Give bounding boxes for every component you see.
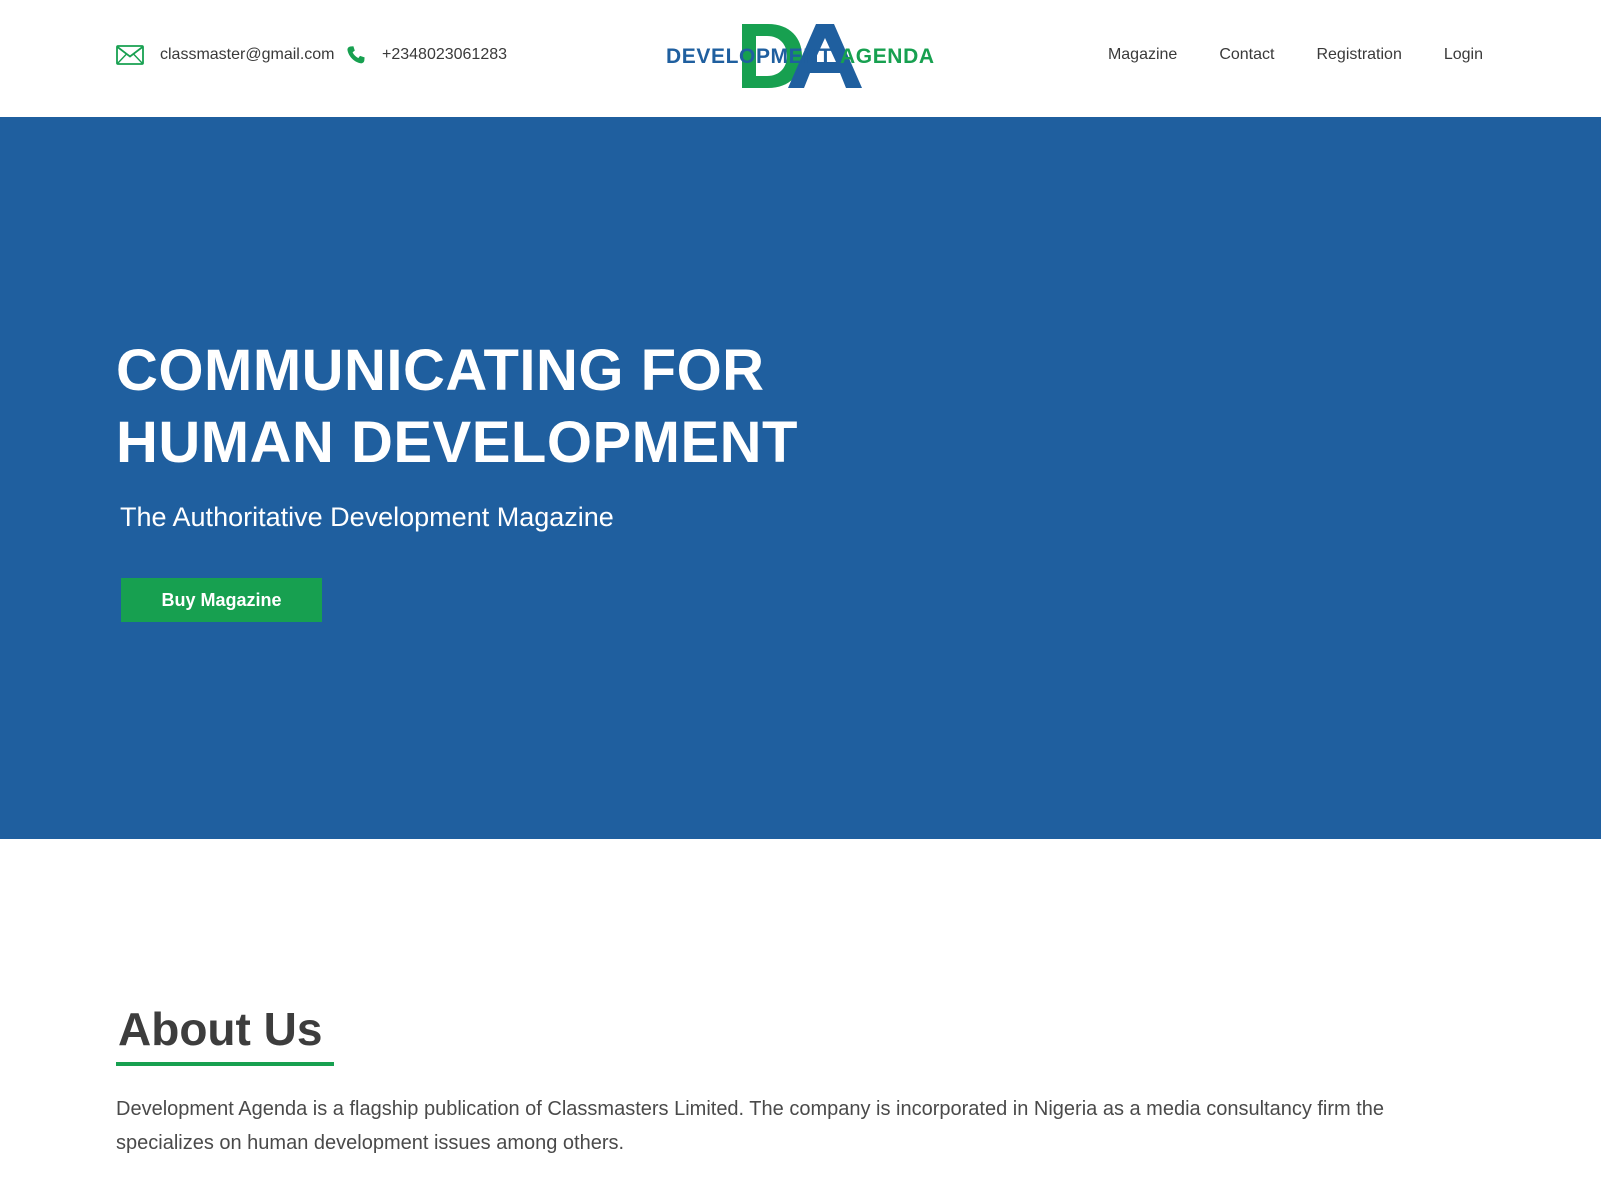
contact-email[interactable]: classmaster@gmail.com (116, 42, 335, 68)
nav-contact[interactable]: Contact (1219, 46, 1274, 64)
main-nav: Magazine Contact Registration Login (1108, 42, 1483, 68)
svg-text:DEVELOPMENT: DEVELOPMENT (666, 45, 832, 68)
hero-title: COMMUNICATING FOR HUMAN DEVELOPMENT (116, 335, 876, 479)
svg-text:AGENDA: AGENDA (840, 45, 935, 68)
nav-login[interactable]: Login (1444, 46, 1483, 64)
phone-icon (346, 45, 366, 65)
about-paragraph: Development Agenda is a flagship publica… (116, 1098, 1385, 1154)
buy-magazine-button[interactable]: Buy Magazine (121, 578, 322, 622)
about-heading: About Us (118, 1003, 323, 1055)
hero-banner: COMMUNICATING FOR HUMAN DEVELOPMENT The … (0, 117, 1601, 839)
email-text: classmaster@gmail.com (160, 46, 335, 63)
site-logo[interactable]: DEVELOPMENT AGENDA (664, 20, 936, 92)
site-header: classmaster@gmail.com +2348023061283 DEV… (0, 0, 1601, 117)
about-heading-underline (116, 1062, 334, 1066)
hero-title-line-2: HUMAN DEVELOPMENT (116, 410, 798, 475)
nav-registration[interactable]: Registration (1316, 46, 1401, 64)
phone-text: +2348023061283 (382, 46, 508, 63)
hero-title-line-1: COMMUNICATING FOR (116, 338, 765, 403)
envelope-icon (116, 45, 144, 65)
hero-subtitle: The Authoritative Development Magazine (120, 502, 614, 532)
nav-magazine[interactable]: Magazine (1108, 46, 1177, 64)
contact-phone[interactable]: +2348023061283 (346, 42, 507, 68)
